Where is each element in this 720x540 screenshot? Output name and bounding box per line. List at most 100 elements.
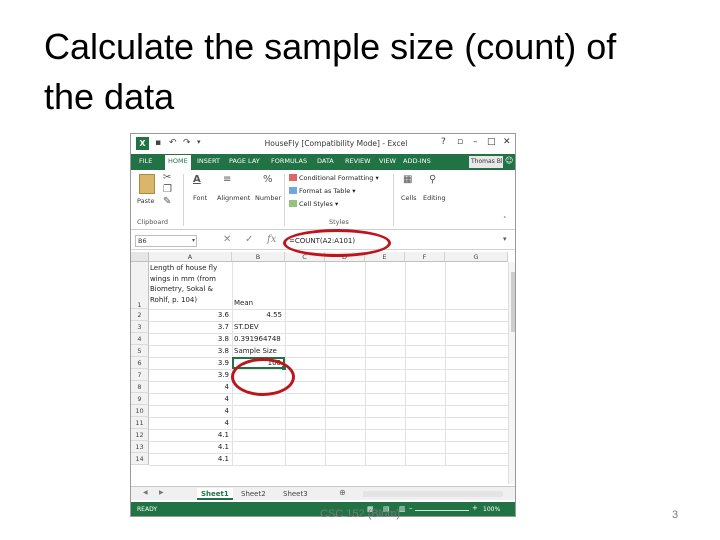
tab-add-ins[interactable]: ADD-INS (403, 157, 431, 165)
row-header[interactable]: 12 (131, 429, 149, 441)
cell-a[interactable]: 3.6 (151, 311, 229, 319)
cell-a[interactable]: 4.1 (151, 431, 229, 439)
column-header-g[interactable]: G (445, 252, 508, 262)
tab-formulas[interactable]: FORMULAS (271, 157, 307, 165)
expand-formula-bar-icon[interactable]: ▾ (503, 235, 507, 243)
cell-a[interactable]: 4 (151, 395, 229, 403)
horizontal-scrollbar[interactable] (363, 491, 503, 497)
close-icon[interactable]: ✕ (503, 137, 511, 147)
cell-a[interactable]: 3.7 (151, 323, 229, 331)
select-all-corner[interactable] (131, 252, 149, 262)
sheet-tab-sheet2[interactable]: Sheet2 (237, 488, 270, 500)
cell-b3-stdev-label[interactable]: ST.DEV (234, 323, 259, 331)
collapse-ribbon-icon[interactable]: ˄ (503, 216, 507, 224)
cell-a[interactable]: 3.8 (151, 335, 229, 343)
cell-b5-sample-size-label[interactable]: Sample Size (234, 347, 277, 355)
next-sheet-icon[interactable]: ▶ (159, 489, 164, 496)
cell-a[interactable]: 3.9 (151, 359, 229, 367)
tab-insert[interactable]: INSERT (197, 157, 220, 165)
row-header[interactable]: 1 (131, 262, 149, 309)
cell-b4-stdev-value[interactable]: 0.391964748 (234, 335, 281, 343)
font-icon[interactable]: A (193, 174, 201, 185)
cell-a1[interactable]: Length of house fly wings in mm (from Bi… (150, 263, 232, 305)
tab-view[interactable]: VIEW (379, 157, 396, 165)
name-box[interactable]: B6 ▾ (135, 235, 197, 247)
font-button-label[interactable]: Font (193, 194, 207, 202)
save-icon[interactable]: ▪ (155, 138, 161, 148)
cell-a[interactable]: 4 (151, 407, 229, 415)
row-header[interactable]: 3 (131, 321, 149, 333)
cell-a[interactable]: 4.1 (151, 455, 229, 463)
row-header[interactable]: 5 (131, 345, 149, 357)
user-avatar-icon[interactable]: ☺ (505, 156, 513, 165)
paste-button-label[interactable]: Paste (137, 197, 155, 205)
column-header-f[interactable]: F (405, 252, 445, 262)
paste-icon[interactable] (139, 174, 155, 194)
format-painter-icon[interactable]: ✎ (163, 196, 171, 207)
tab-home[interactable]: HOME (165, 155, 191, 170)
redo-icon[interactable]: ↷ (183, 138, 191, 148)
cell-a[interactable]: 3.9 (151, 371, 229, 379)
help-icon[interactable]: ? (441, 137, 446, 147)
percent-icon[interactable]: % (263, 174, 273, 185)
prev-sheet-icon[interactable]: ◀ (143, 489, 148, 496)
cell-b2-mean-value[interactable]: 4.55 (234, 311, 282, 319)
name-box-dropdown-icon[interactable]: ▾ (192, 236, 195, 246)
row-header[interactable]: 4 (131, 333, 149, 345)
title-bar: X ▪ ↶ ↷ ▾ HouseFly [Compatibility Mode] … (131, 134, 515, 154)
row-header[interactable]: 2 (131, 309, 149, 321)
row-header[interactable]: 6 (131, 357, 149, 369)
row-header[interactable]: 9 (131, 393, 149, 405)
cell-a[interactable]: 4 (151, 383, 229, 391)
row-header[interactable]: 14 (131, 453, 149, 465)
cell-a[interactable]: 4 (151, 419, 229, 427)
format-as-table-button[interactable]: Format as Table ▾ (289, 187, 356, 195)
undo-icon[interactable]: ↶ (169, 138, 177, 148)
gridline (149, 465, 508, 466)
editing-icon[interactable]: ⚲ (429, 174, 436, 185)
cell-a[interactable]: 3.8 (151, 347, 229, 355)
sheet-tab-sheet1[interactable]: Sheet1 (197, 488, 233, 500)
column-header-b[interactable]: B (232, 252, 285, 262)
cell-b1[interactable]: Mean (234, 299, 253, 307)
number-button-label[interactable]: Number (255, 194, 281, 202)
cell-a[interactable]: 4.1 (151, 443, 229, 451)
copy-icon[interactable]: ❐ (163, 184, 172, 195)
enter-check-icon[interactable]: ✓ (245, 234, 253, 245)
user-account[interactable]: Thomas Bl... (469, 156, 503, 168)
vertical-scrollbar[interactable] (508, 262, 515, 484)
row-header[interactable]: 11 (131, 417, 149, 429)
zoom-level[interactable]: 100% (483, 506, 500, 513)
minimize-icon[interactable]: – (473, 137, 478, 147)
row-header[interactable]: 8 (131, 381, 149, 393)
scrollbar-thumb[interactable] (511, 272, 515, 332)
zoom-in-icon[interactable]: + (472, 504, 478, 512)
zoom-slider[interactable] (415, 510, 469, 511)
slide-title-line1: Calculate the sample size (count) of (44, 26, 617, 67)
worksheet-grid[interactable]: A B C D E F G 1 2 3 4 5 6 7 8 9 10 11 12… (131, 252, 515, 484)
qat-dropdown-icon[interactable]: ▾ (197, 138, 201, 146)
add-sheet-icon[interactable]: ⊕ (339, 488, 346, 497)
cancel-x-icon[interactable]: ✕ (223, 234, 231, 245)
cells-icon[interactable]: ▦ (403, 174, 412, 185)
function-fx-icon[interactable]: fx (267, 234, 276, 245)
tab-file[interactable]: FILE (139, 157, 152, 165)
cell-styles-button[interactable]: Cell Styles ▾ (289, 200, 338, 208)
cells-button-label[interactable]: Cells (401, 194, 417, 202)
tab-page-layout[interactable]: PAGE LAY (229, 157, 260, 165)
sheet-tab-sheet3[interactable]: Sheet3 (279, 488, 312, 500)
row-header[interactable]: 7 (131, 369, 149, 381)
cut-icon[interactable]: ✂ (163, 172, 171, 183)
editing-button-label[interactable]: Editing (423, 194, 446, 202)
tab-data[interactable]: DATA (317, 157, 334, 165)
alignment-button-label[interactable]: Alignment (217, 194, 250, 202)
ribbon-display-icon[interactable]: ▫ (457, 137, 463, 147)
conditional-formatting-button[interactable]: Conditional Formatting ▾ (289, 174, 379, 182)
row-header[interactable]: 13 (131, 441, 149, 453)
zoom-out-icon[interactable]: – (409, 504, 413, 512)
maximize-icon[interactable]: □ (487, 137, 496, 147)
tab-review[interactable]: REVIEW (345, 157, 371, 165)
column-header-a[interactable]: A (149, 252, 232, 262)
alignment-icon[interactable]: ≡ (223, 174, 231, 185)
row-header[interactable]: 10 (131, 405, 149, 417)
